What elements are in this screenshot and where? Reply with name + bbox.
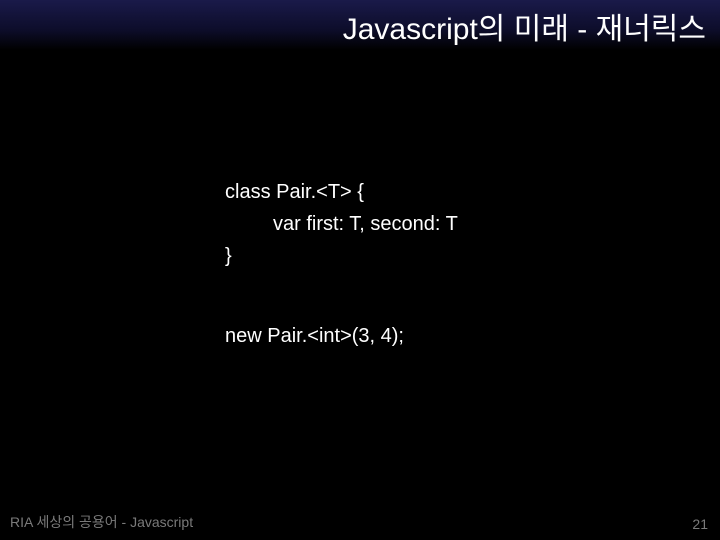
code-line: new Pair.<int>(3, 4);: [225, 320, 685, 352]
slide: Javascript의 미래 - 재너릭스 class Pair.<T> { v…: [0, 0, 720, 540]
code-line: }: [225, 240, 685, 272]
footer-left: RIA 세상의 공용어 - Javascript: [10, 512, 193, 532]
page-number: 21: [692, 516, 708, 532]
slide-title: Javascript의 미래 - 재너릭스: [343, 4, 706, 48]
code-line: class Pair.<T> {: [225, 176, 685, 208]
code-block: class Pair.<T> { var first: T, second: T…: [225, 176, 685, 352]
code-line: var first: T, second: T: [225, 208, 685, 240]
